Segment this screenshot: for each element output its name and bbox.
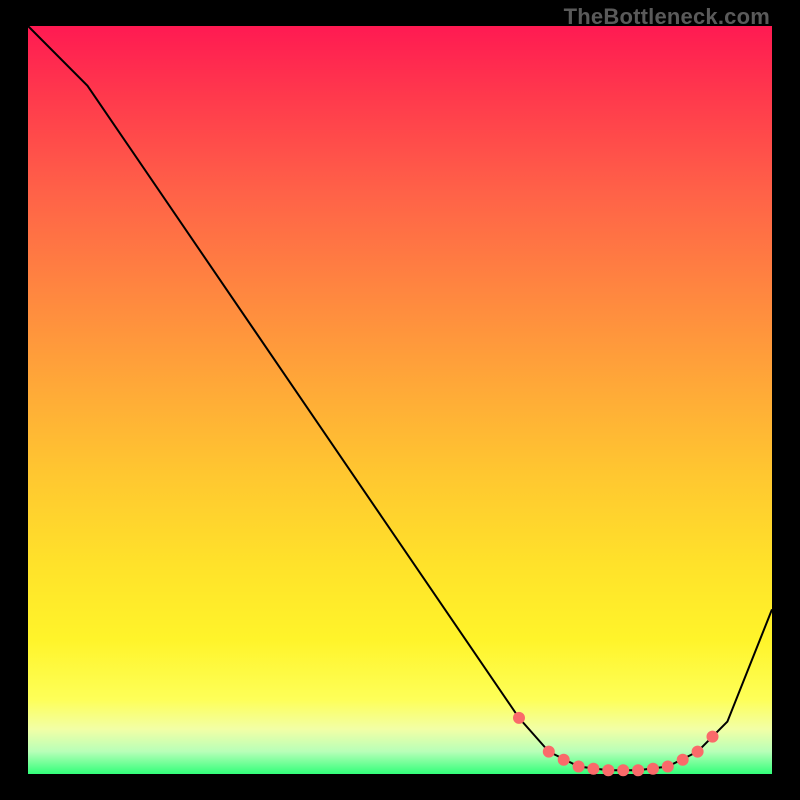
curve-marker: [588, 763, 599, 774]
curve-marker: [707, 731, 718, 742]
curve-markers: [514, 712, 719, 775]
curve-marker: [648, 763, 659, 774]
chart-svg: [28, 26, 772, 774]
attribution-label: TheBottleneck.com: [564, 4, 770, 30]
curve-marker: [603, 765, 614, 776]
bottleneck-curve: [28, 26, 772, 770]
curve-marker: [558, 754, 569, 765]
chart-container: TheBottleneck.com: [0, 0, 800, 800]
chart-plot-area: [28, 26, 772, 774]
curve-marker: [514, 712, 525, 723]
curve-marker: [633, 765, 644, 776]
curve-marker: [662, 761, 673, 772]
curve-marker: [573, 761, 584, 772]
curve-marker: [692, 746, 703, 757]
curve-marker: [543, 746, 554, 757]
curve-marker: [618, 765, 629, 776]
curve-marker: [677, 754, 688, 765]
